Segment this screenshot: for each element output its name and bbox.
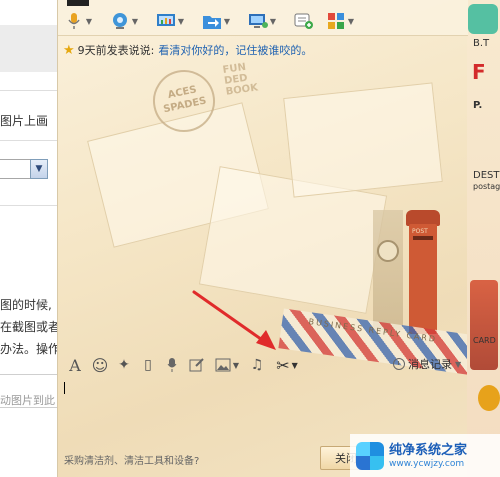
clock-icon <box>393 358 405 370</box>
screenshot-button[interactable]: ✂ ▼ <box>272 356 302 375</box>
edit-icon[interactable] <box>188 356 206 374</box>
scissors-icon[interactable]: ✂ <box>276 356 289 375</box>
text-caret <box>64 382 65 394</box>
mailbox-top <box>406 210 440 226</box>
music-icon[interactable]: ♫ <box>248 356 266 374</box>
status-message-link[interactable]: 看清对你好的，记住被谁咬的。 <box>158 42 312 58</box>
ad-link[interactable]: 采购清洁剂、清洁工具和设备? <box>64 452 199 467</box>
watermark-text: 纯净系统之家 www.ycwjzy.com <box>389 443 467 469</box>
duck-decor <box>478 385 500 411</box>
select-arrow-icon[interactable]: ▼ <box>30 159 48 179</box>
watermark-title: 纯净系统之家 <box>389 442 468 458</box>
image-button[interactable]: ▼ <box>212 356 242 374</box>
envelope-decor <box>283 82 443 198</box>
mailbox-label: POST <box>412 228 428 235</box>
clock-face-icon <box>377 240 399 262</box>
camera-icon <box>110 11 130 31</box>
avatar <box>67 0 89 6</box>
mailbox-slot <box>413 236 433 240</box>
chevron-down-icon[interactable]: ▼ <box>130 17 140 26</box>
right-decor-text: P. <box>473 100 483 111</box>
background-page: 图片上画 ▼ 图的时候, 在截图或者 办法。操作 动图片到此 <box>0 0 62 477</box>
message-history-button[interactable]: 消息记录 ▼ <box>393 355 461 373</box>
app-grid-icon <box>326 11 346 31</box>
add-app-icon <box>294 11 314 31</box>
mailbox-body <box>409 224 437 334</box>
right-decor-text: postag <box>473 182 500 191</box>
send-file-button[interactable]: ▼ <box>202 10 232 32</box>
add-app-button[interactable] <box>294 10 314 32</box>
divider <box>0 140 62 141</box>
screen-share-icon <box>156 11 176 31</box>
envelope-decor <box>87 102 269 248</box>
chevron-down-icon[interactable]: ▼ <box>176 17 186 26</box>
gif-icon[interactable]: ▯ <box>139 356 157 374</box>
watermark-logo-icon <box>356 441 384 470</box>
chevron-down-icon[interactable]: ▼ <box>346 17 356 26</box>
reply-card-text: BUSINESS REPLY CARD <box>308 317 438 344</box>
divider <box>0 90 62 91</box>
background-hint: 动图片到此 <box>0 394 55 407</box>
chevron-down-icon[interactable]: ▼ <box>222 17 232 26</box>
remote-desktop-icon <box>248 11 268 31</box>
right-decor-text: B.T <box>473 38 490 49</box>
right-decor-text: CARD <box>473 336 496 345</box>
status-prefix: 9天前发表说说: <box>77 44 155 57</box>
chevron-down-icon[interactable]: ▼ <box>268 17 278 26</box>
friend-status: ★ 9天前发表说说: 看清对你好的，记住被谁咬的。 <box>63 42 312 58</box>
chevron-down-icon[interactable]: ▼ <box>455 360 461 369</box>
voice-call-button[interactable]: ▼ <box>64 10 94 32</box>
right-decor-text: DEST <box>473 170 500 181</box>
watermark: 纯净系统之家 www.ycwjzy.com <box>350 434 500 477</box>
chevron-down-icon[interactable]: ▼ <box>292 361 298 370</box>
top-toolbar: ▼ ▼ ▼ ▼ ▼ ▼ <box>58 0 468 36</box>
watermark-url: www.ycwjzy.com <box>389 458 465 469</box>
history-label: 消息记录 <box>408 358 452 371</box>
video-call-button[interactable]: ▼ <box>110 10 140 32</box>
remote-desktop-button[interactable]: ▼ <box>248 10 278 32</box>
star-icon: ★ <box>63 42 75 58</box>
right-decor-letter: F <box>472 60 486 84</box>
font-icon[interactable]: A <box>67 356 83 375</box>
envelope-decor <box>198 166 388 314</box>
chevron-down-icon[interactable]: ▼ <box>233 361 239 370</box>
divider <box>0 205 62 206</box>
chat-window: ACES SPADES FUN DED BOOK POST BUSINESS R… <box>57 0 500 477</box>
microphone-icon <box>64 11 84 31</box>
aces-stamp-decor: ACES SPADES <box>147 64 221 138</box>
figure-decor <box>470 280 498 370</box>
voice-message-icon[interactable] <box>164 356 180 374</box>
screen-share-button[interactable]: ▼ <box>156 10 186 32</box>
funded-stamp-decor: FUN DED BOOK <box>222 61 259 98</box>
background-text: 图的时候, <box>0 298 52 312</box>
send-file-icon <box>202 11 222 31</box>
big-ben-decor <box>373 210 403 330</box>
background-text: 图片上画 <box>0 114 49 128</box>
chevron-down-icon[interactable]: ▼ <box>84 17 94 26</box>
emoji-icon[interactable]: ☺ <box>91 356 109 375</box>
background-text: 办法。操作 <box>0 342 61 356</box>
background-text: 在截图或者 <box>0 320 61 334</box>
mailbox-decor: POST <box>406 210 440 342</box>
shake-icon[interactable]: ✦ <box>115 356 133 374</box>
app-grid-button[interactable]: ▼ <box>326 10 356 32</box>
background-band <box>0 25 62 72</box>
green-badge-icon <box>468 4 498 34</box>
